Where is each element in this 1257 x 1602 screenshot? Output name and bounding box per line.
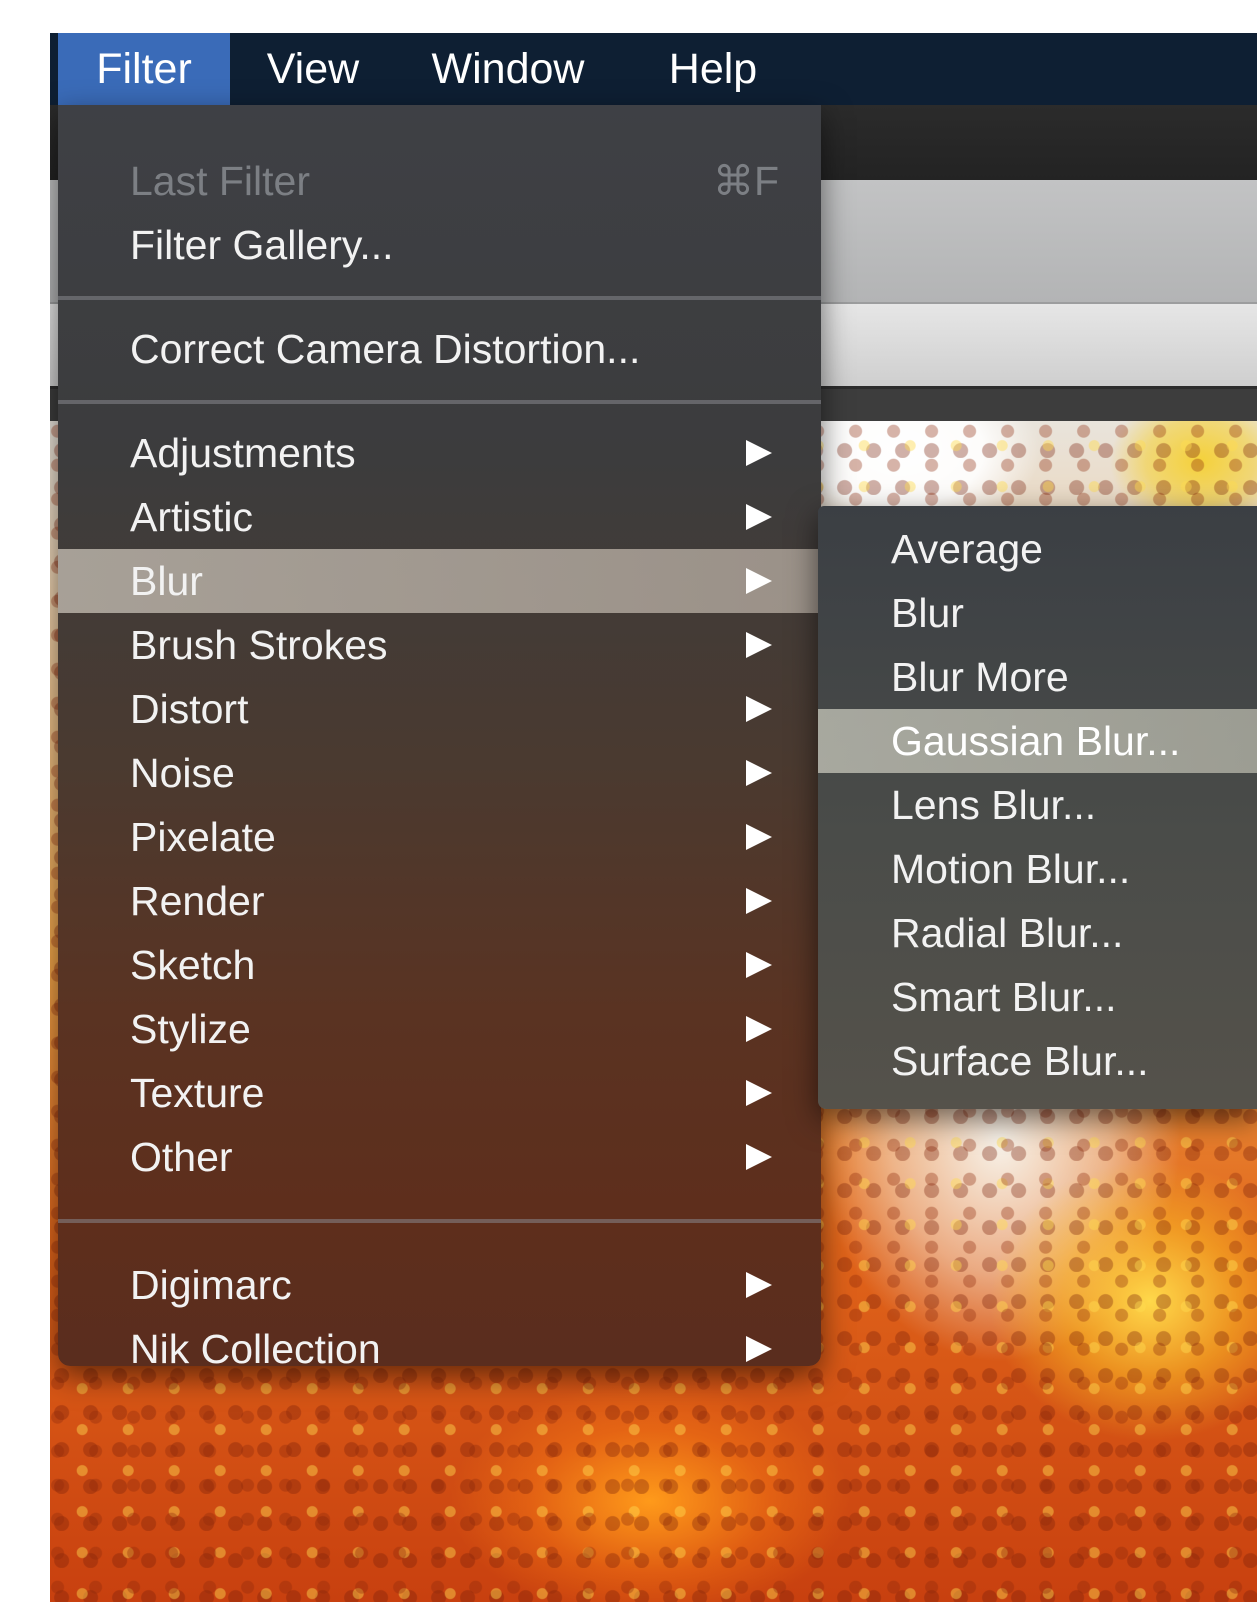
menu-item-texture[interactable]: Texture: [58, 1061, 821, 1125]
submenu-item-motion-blur[interactable]: Motion Blur...: [818, 837, 1257, 901]
menu-item-blur[interactable]: Blur: [58, 549, 821, 613]
submenu-arrow-icon: [746, 504, 772, 530]
menu-item-filter-gallery[interactable]: Filter Gallery...: [58, 213, 821, 277]
menu-separator: [58, 1219, 821, 1223]
submenu-item-lens-blur[interactable]: Lens Blur...: [818, 773, 1257, 837]
menu-separator: [58, 400, 821, 404]
menu-item-label: Brush Strokes: [130, 622, 388, 668]
submenu-arrow-icon: [746, 1272, 772, 1298]
menu-item-nik-collection[interactable]: Nik Collection: [58, 1317, 821, 1381]
submenu-item-label: Gaussian Blur...: [891, 718, 1181, 764]
submenu-item-radial-blur[interactable]: Radial Blur...: [818, 901, 1257, 965]
filter-menu: Last Filter ⌘F Filter Gallery... Correct…: [58, 105, 821, 1372]
submenu-item-smart-blur[interactable]: Smart Blur...: [818, 965, 1257, 1029]
menu-item-adjustments[interactable]: Adjustments: [58, 421, 821, 485]
submenu-item-blur-more[interactable]: Blur More: [818, 645, 1257, 709]
menu-item-stylize[interactable]: Stylize: [58, 997, 821, 1061]
menu-item-label: Render: [130, 878, 265, 924]
menubar-view[interactable]: View: [238, 33, 388, 105]
menu-item-label: Texture: [130, 1070, 265, 1116]
submenu-arrow-icon: [746, 952, 772, 978]
menu-item-correct-camera-distortion[interactable]: Correct Camera Distortion...: [58, 317, 821, 381]
menu-item-label: Distort: [130, 686, 249, 732]
submenu-arrow-icon: [746, 440, 772, 466]
submenu-item-label: Blur More: [891, 654, 1069, 700]
menu-item-brush-strokes[interactable]: Brush Strokes: [58, 613, 821, 677]
menu-item-last-filter: Last Filter ⌘F: [58, 149, 821, 213]
submenu-arrow-icon: [746, 1336, 772, 1362]
menubar-filter[interactable]: Filter: [58, 33, 230, 105]
menu-item-sketch[interactable]: Sketch: [58, 933, 821, 997]
submenu-item-label: Lens Blur...: [891, 782, 1097, 828]
submenu-arrow-icon: [746, 1016, 772, 1042]
menu-separator: [58, 296, 821, 300]
submenu-item-surface-blur[interactable]: Surface Blur...: [818, 1029, 1257, 1093]
submenu-arrow-icon: [746, 1080, 772, 1106]
submenu-arrow-icon: [746, 824, 772, 850]
submenu-item-label: Radial Blur...: [891, 910, 1124, 956]
submenu-arrow-icon: [746, 696, 772, 722]
photoshop-screen: Filter View Window Help Last Filter ⌘F F…: [50, 33, 1257, 1602]
submenu-arrow-icon: [746, 760, 772, 786]
submenu-item-label: Average: [891, 526, 1043, 572]
keyboard-shortcut: ⌘F: [712, 158, 779, 204]
submenu-item-label: Surface Blur...: [891, 1038, 1149, 1084]
submenu-item-label: Smart Blur...: [891, 974, 1117, 1020]
menu-item-pixelate[interactable]: Pixelate: [58, 805, 821, 869]
menu-item-label: Filter Gallery...: [130, 222, 394, 268]
menu-item-label: Blur: [130, 558, 203, 604]
menu-item-artistic[interactable]: Artistic: [58, 485, 821, 549]
submenu-item-gaussian-blur[interactable]: Gaussian Blur...: [818, 709, 1257, 773]
submenu-arrow-icon: [746, 1144, 772, 1170]
menubar-window[interactable]: Window: [408, 33, 608, 105]
menu-item-label: Digimarc: [130, 1262, 292, 1308]
menu-item-label: Sketch: [130, 942, 256, 988]
menu-item-label: Nik Collection: [130, 1326, 381, 1372]
menu-item-label: Pixelate: [130, 814, 276, 860]
menu-item-label: Other: [130, 1134, 233, 1180]
menu-item-label: Adjustments: [130, 430, 356, 476]
menu-item-noise[interactable]: Noise: [58, 741, 821, 805]
submenu-arrow-icon: [746, 888, 772, 914]
menu-item-label: Last Filter: [130, 158, 310, 204]
submenu-item-label: Blur: [891, 590, 964, 636]
blur-submenu: Average Blur Blur More Gaussian Blur... …: [818, 506, 1257, 1109]
menu-item-label: Correct Camera Distortion...: [130, 326, 641, 372]
menubar-help[interactable]: Help: [644, 33, 782, 105]
menu-item-other[interactable]: Other: [58, 1125, 821, 1189]
menu-item-digimarc[interactable]: Digimarc: [58, 1253, 821, 1317]
menu-bar: Filter View Window Help: [50, 33, 1257, 105]
submenu-arrow-icon: [746, 632, 772, 658]
menu-item-distort[interactable]: Distort: [58, 677, 821, 741]
submenu-item-label: Motion Blur...: [891, 846, 1131, 892]
menu-item-label: Stylize: [130, 1006, 251, 1052]
menu-item-label: Artistic: [130, 494, 253, 540]
submenu-item-blur[interactable]: Blur: [818, 581, 1257, 645]
submenu-item-average[interactable]: Average: [818, 517, 1257, 581]
menu-item-label: Noise: [130, 750, 235, 796]
menu-item-render[interactable]: Render: [58, 869, 821, 933]
submenu-arrow-icon: [746, 568, 772, 594]
